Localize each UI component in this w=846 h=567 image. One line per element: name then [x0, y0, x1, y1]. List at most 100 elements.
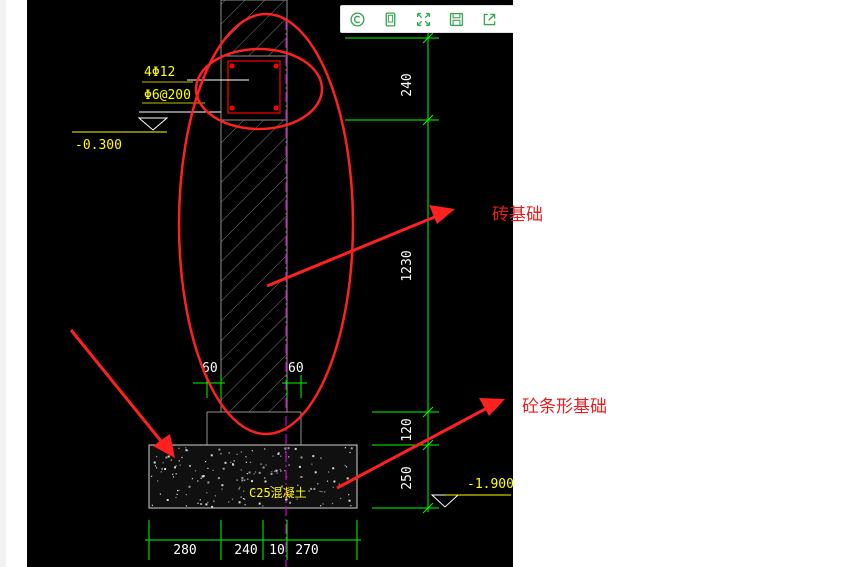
concrete-speckle — [167, 455, 170, 458]
save-button[interactable] — [444, 7, 470, 31]
concrete-speckle — [348, 494, 350, 496]
expand-button[interactable] — [411, 7, 437, 31]
expand-icon — [416, 12, 431, 26]
concrete-speckle — [212, 469, 214, 471]
concrete-speckle — [274, 470, 276, 472]
concrete-speckle — [224, 461, 227, 464]
concrete-speckle — [177, 490, 179, 492]
concrete-speckle — [220, 453, 222, 455]
concrete-speckle — [178, 447, 180, 449]
concrete-speckle — [331, 502, 334, 505]
concrete-speckle — [230, 461, 232, 463]
concrete-grade-label: C25混凝土 — [249, 485, 307, 500]
concrete-speckle — [308, 490, 310, 492]
concrete-speckle — [205, 503, 208, 506]
concrete-speckle — [248, 471, 251, 474]
concrete-speckle — [232, 463, 234, 465]
concrete-speckle — [255, 471, 257, 473]
dim-bottom-10: 10 — [269, 543, 285, 558]
concrete-speckle — [284, 470, 286, 472]
concrete-speckle — [217, 477, 220, 480]
concrete-speckle — [247, 478, 249, 480]
concrete-speckle — [153, 461, 156, 464]
concrete-speckle — [159, 493, 161, 495]
concrete-speckle — [185, 494, 187, 496]
concrete-speckle — [272, 455, 274, 457]
concrete-speckle — [197, 502, 199, 504]
concrete-speckle — [262, 505, 264, 507]
concrete-speckle — [241, 479, 244, 482]
concrete-speckle — [244, 498, 246, 500]
concrete-speckle — [207, 467, 209, 469]
cad-drawing-canvas[interactable]: 4Φ12 Φ6@200 -0.300 -1.900 240 1230 120 2… — [27, 0, 513, 567]
concrete-speckle — [221, 484, 224, 487]
concrete-speckle — [294, 447, 297, 450]
dim-vertical-240: 240 — [400, 73, 415, 96]
concrete-speckle — [344, 447, 346, 449]
concrete-speckle — [251, 480, 253, 483]
rebar-dot — [229, 105, 235, 111]
tablet-button[interactable] — [378, 7, 404, 31]
dim-vertical-250: 250 — [400, 466, 415, 489]
dim-bottom-280: 280 — [173, 543, 196, 558]
concrete-speckle — [178, 489, 180, 491]
concrete-speckle — [201, 475, 204, 478]
concrete-speckle — [185, 447, 187, 449]
concrete-speckle — [300, 476, 303, 478]
concrete-speckle — [322, 503, 324, 505]
concrete-speckle — [211, 505, 214, 508]
concrete-speckle — [253, 473, 255, 475]
concrete-speckle — [320, 505, 322, 507]
concrete-speckle — [189, 464, 191, 467]
copyright-icon — [350, 11, 365, 27]
concrete-speckle — [181, 456, 183, 459]
copyright-button[interactable] — [345, 7, 371, 31]
concrete-speckle — [240, 496, 242, 498]
concrete-speckle — [317, 483, 319, 485]
wall-step-right — [286, 398, 301, 413]
concrete-speckle — [288, 464, 290, 466]
concrete-speckle — [264, 448, 266, 450]
concrete-speckle — [298, 465, 301, 468]
concrete-speckle — [270, 473, 273, 475]
concrete-speckle — [233, 460, 235, 462]
concrete-speckle — [311, 463, 313, 465]
concrete-speckle — [313, 487, 316, 490]
concrete-speckle — [271, 471, 273, 473]
concrete-speckle — [151, 475, 153, 477]
concrete-speckle — [326, 480, 329, 482]
concrete-speckle — [245, 456, 247, 458]
concrete-speckle — [345, 466, 348, 468]
share-icon — [483, 13, 496, 25]
markup-arrow-wall — [266, 205, 455, 288]
concrete-speckle — [289, 501, 292, 504]
dim-bottom-270: 270 — [295, 543, 318, 558]
concrete-speckle — [222, 467, 225, 470]
concrete-speckle — [349, 451, 351, 454]
concrete-speckle — [172, 476, 175, 478]
concrete-speckle — [164, 468, 167, 470]
concrete-speckle — [236, 453, 238, 455]
concrete-speckle — [228, 452, 230, 454]
dim-vertical-1230: 1230 — [400, 250, 415, 281]
rebar-dot — [273, 105, 279, 111]
concrete-speckle — [260, 463, 262, 465]
concrete-speckle — [160, 471, 162, 473]
concrete-speckle — [166, 499, 169, 501]
concrete-speckle — [340, 497, 342, 499]
dim-bottom-240: 240 — [234, 543, 257, 558]
concrete-speckle — [240, 451, 242, 453]
concrete-speckle — [350, 505, 352, 507]
dim-offset-right: 60 — [288, 361, 304, 376]
settings-button[interactable] — [510, 7, 514, 31]
elevation-top-label: -0.300 — [75, 138, 122, 153]
elevation-bottom-label: -1.900 — [467, 477, 513, 492]
markup-arrow-diagonal — [69, 329, 175, 458]
concrete-speckle — [185, 449, 188, 452]
concrete-speckle — [280, 455, 282, 457]
concrete-speckle — [244, 504, 246, 506]
concrete-speckle — [200, 477, 202, 479]
viewer-toolbar — [340, 5, 513, 33]
share-button[interactable] — [477, 7, 503, 31]
dim-vertical-120: 120 — [400, 418, 415, 441]
